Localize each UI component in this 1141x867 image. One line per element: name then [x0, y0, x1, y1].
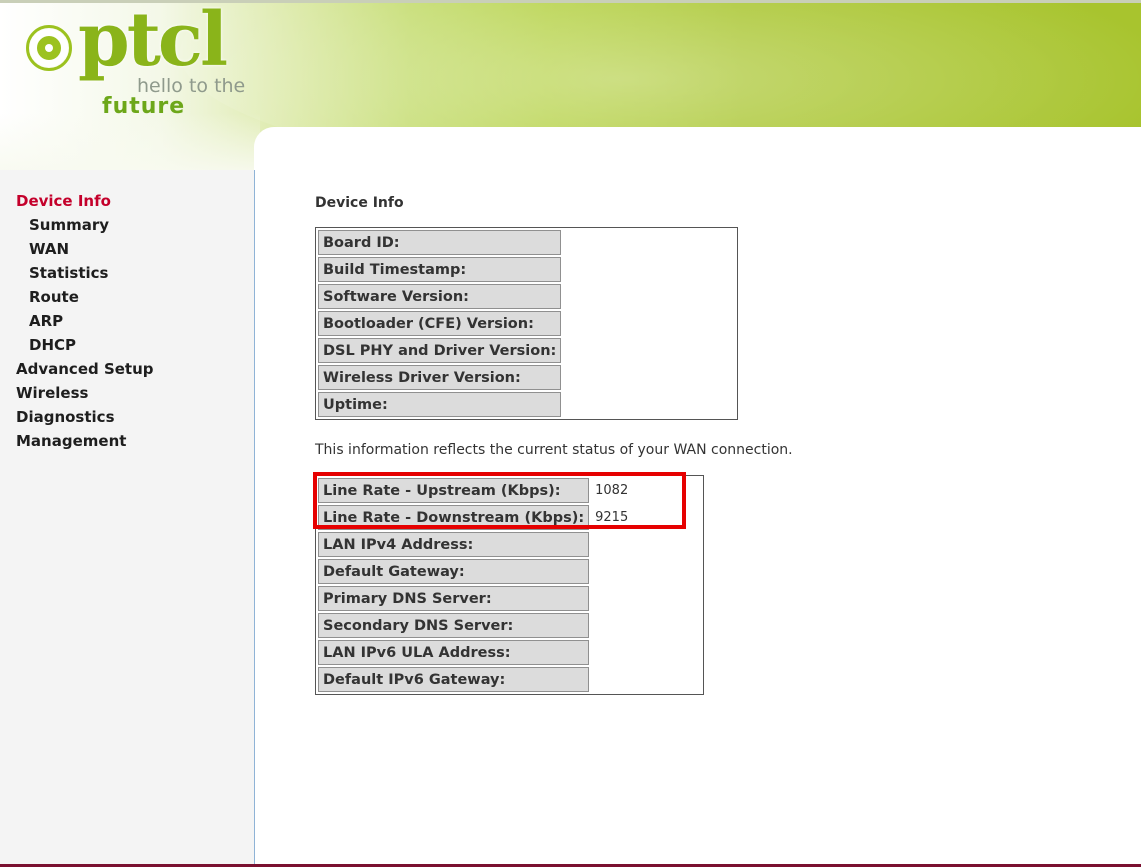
row-label: LAN IPv4 Address: [318, 532, 590, 557]
sidebar-item-wan[interactable]: WAN [16, 237, 154, 261]
wan-table-wrap: Line Rate - Upstream (Kbps): 1082 Line R… [313, 472, 793, 695]
row-value [563, 338, 736, 363]
sidebar-item-diagnostics[interactable]: Diagnostics [16, 405, 154, 429]
logo-eye-icon [30, 29, 68, 67]
table-row: Uptime: [318, 392, 736, 417]
row-label: Uptime: [318, 392, 562, 417]
table-row: Default IPv6 Gateway: [318, 667, 702, 692]
wan-status-note: This information reflects the current st… [315, 442, 793, 458]
row-value [591, 667, 702, 692]
row-value [563, 284, 736, 309]
wan-info-table: Line Rate - Upstream (Kbps): 1082 Line R… [315, 475, 705, 695]
table-row: Primary DNS Server: [318, 586, 702, 611]
row-label: Secondary DNS Server: [318, 613, 590, 638]
row-value [563, 365, 736, 390]
row-value [591, 559, 702, 584]
content-tab [254, 127, 1141, 187]
sidebar-item-wireless[interactable]: Wireless [16, 381, 154, 405]
row-value [563, 230, 736, 255]
row-label: Default Gateway: [318, 559, 590, 584]
row-label: Software Version: [318, 284, 562, 309]
table-row: Bootloader (CFE) Version: [318, 311, 736, 336]
logo-tagline-future: future [102, 94, 186, 119]
sidebar-item-dhcp[interactable]: DHCP [16, 333, 154, 357]
table-row: Default Gateway: [318, 559, 702, 584]
row-value [563, 392, 736, 417]
row-value [563, 311, 736, 336]
row-label: Board ID: [318, 230, 562, 255]
table-row: Software Version: [318, 284, 736, 309]
row-value [591, 640, 702, 665]
table-row: Line Rate - Upstream (Kbps): 1082 [318, 478, 702, 503]
table-row: Line Rate - Downstream (Kbps): 9215 [318, 505, 702, 530]
row-label: Line Rate - Downstream (Kbps): [318, 505, 590, 530]
sidebar-item-management[interactable]: Management [16, 429, 154, 453]
sidebar-item-route[interactable]: Route [16, 285, 154, 309]
row-label: LAN IPv6 ULA Address: [318, 640, 590, 665]
device-info-table: Board ID: Build Timestamp: Software Vers… [315, 227, 739, 420]
sidebar-item-arp[interactable]: ARP [16, 309, 154, 333]
table-row: LAN IPv6 ULA Address: [318, 640, 702, 665]
sidebar-item-summary[interactable]: Summary [16, 213, 154, 237]
row-label: Primary DNS Server: [318, 586, 590, 611]
table-row: Secondary DNS Server: [318, 613, 702, 638]
table-row: DSL PHY and Driver Version: [318, 338, 736, 363]
sidebar-item-statistics[interactable]: Statistics [16, 261, 154, 285]
row-value [591, 532, 702, 557]
row-label: Line Rate - Upstream (Kbps): [318, 478, 590, 503]
table-row: LAN IPv4 Address: [318, 532, 702, 557]
sidebar: Device Info Summary WAN Statistics Route… [0, 170, 255, 867]
row-label: DSL PHY and Driver Version: [318, 338, 562, 363]
header-fade [0, 113, 260, 170]
table-row: Wireless Driver Version: [318, 365, 736, 390]
upstream-rate-value: 1082 [591, 478, 702, 503]
logo-wordmark: ptcl [78, 3, 228, 83]
row-label: Default IPv6 Gateway: [318, 667, 590, 692]
table-row: Build Timestamp: [318, 257, 736, 282]
row-label: Wireless Driver Version: [318, 365, 562, 390]
row-label: Bootloader (CFE) Version: [318, 311, 562, 336]
main-content: Device Info Board ID: Build Timestamp: S… [313, 190, 793, 695]
downstream-rate-value: 9215 [591, 505, 702, 530]
row-value [563, 257, 736, 282]
sidebar-item-advanced-setup[interactable]: Advanced Setup [16, 357, 154, 381]
row-value [591, 586, 702, 611]
table-row: Board ID: [318, 230, 736, 255]
row-value [591, 613, 702, 638]
sidebar-nav: Device Info Summary WAN Statistics Route… [16, 189, 154, 453]
page-title: Device Info [315, 195, 404, 211]
row-label: Build Timestamp: [318, 257, 562, 282]
sidebar-item-device-info[interactable]: Device Info [16, 189, 154, 213]
